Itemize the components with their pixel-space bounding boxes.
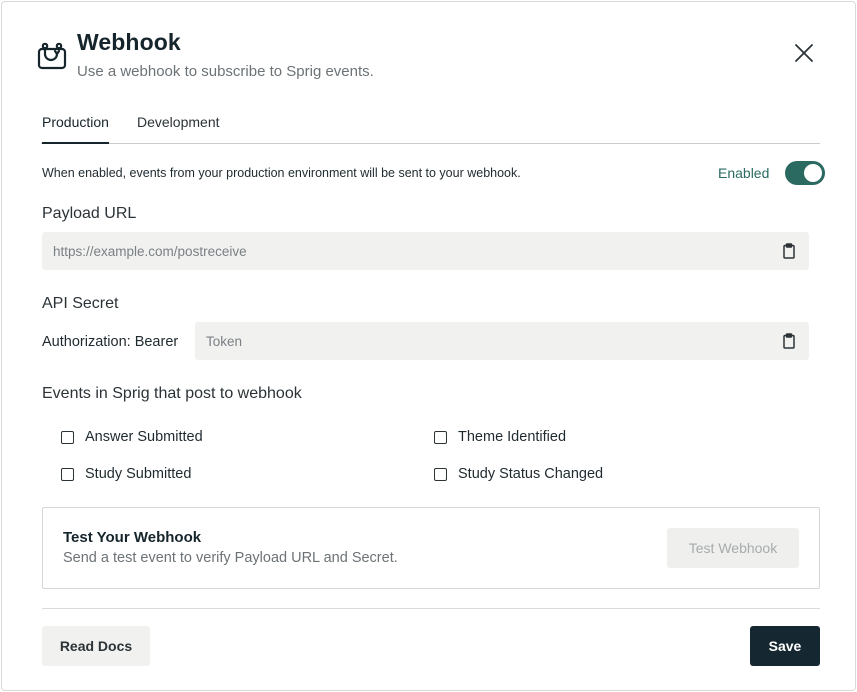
clipboard-icon[interactable] <box>783 333 795 349</box>
save-button[interactable]: Save <box>750 626 820 666</box>
token-field <box>195 322 809 360</box>
webhook-icon <box>37 42 67 70</box>
event-study-status-changed[interactable]: Study Status Changed <box>434 466 603 482</box>
api-secret-label: API Secret <box>42 295 119 312</box>
checkbox[interactable] <box>434 430 447 444</box>
event-theme-identified[interactable]: Theme Identified <box>434 429 566 445</box>
event-study-submitted[interactable]: Study Submitted <box>61 466 191 482</box>
token-input[interactable] <box>195 322 809 360</box>
enabled-status-label: Enabled <box>718 165 770 181</box>
checkbox[interactable] <box>61 467 74 481</box>
authorization-bearer-label: Authorization: Bearer <box>42 334 179 350</box>
test-webhook-title: Test Your Webhook <box>63 529 202 546</box>
tab-development[interactable]: Development <box>137 114 220 144</box>
enable-description: When enabled, events from your productio… <box>42 166 521 180</box>
checkbox[interactable] <box>61 430 74 444</box>
tab-production[interactable]: Production <box>42 114 109 144</box>
webhook-modal: Webhook Use a webhook to subscribe to Sp… <box>1 1 856 691</box>
modal-title: Webhook <box>77 29 181 55</box>
modal-subtitle: Use a webhook to subscribe to Sprig even… <box>77 63 374 80</box>
event-label: Study Status Changed <box>458 466 604 482</box>
enable-toggle[interactable] <box>785 161 825 185</box>
event-label: Theme Identified <box>458 429 567 445</box>
clipboard-icon[interactable] <box>783 243 795 259</box>
payload-url-input[interactable] <box>42 232 809 270</box>
event-label: Answer Submitted <box>85 429 203 445</box>
environment-tabs: Production Development <box>41 114 820 144</box>
payload-url-field <box>42 232 809 270</box>
event-answer-submitted[interactable]: Answer Submitted <box>61 429 203 445</box>
test-webhook-panel: Test Your Webhook Send a test event to v… <box>42 507 820 589</box>
checkbox[interactable] <box>434 467 447 481</box>
read-docs-button[interactable]: Read Docs <box>42 626 150 666</box>
close-icon[interactable] <box>792 41 816 65</box>
payload-url-label: Payload URL <box>42 205 137 222</box>
toggle-knob <box>804 164 822 182</box>
test-webhook-description: Send a test event to verify Payload URL … <box>63 550 398 566</box>
test-webhook-button[interactable]: Test Webhook <box>667 528 799 568</box>
events-section-title: Events in Sprig that post to webhook <box>42 385 302 402</box>
footer-divider <box>42 608 820 609</box>
event-label: Study Submitted <box>85 466 192 482</box>
